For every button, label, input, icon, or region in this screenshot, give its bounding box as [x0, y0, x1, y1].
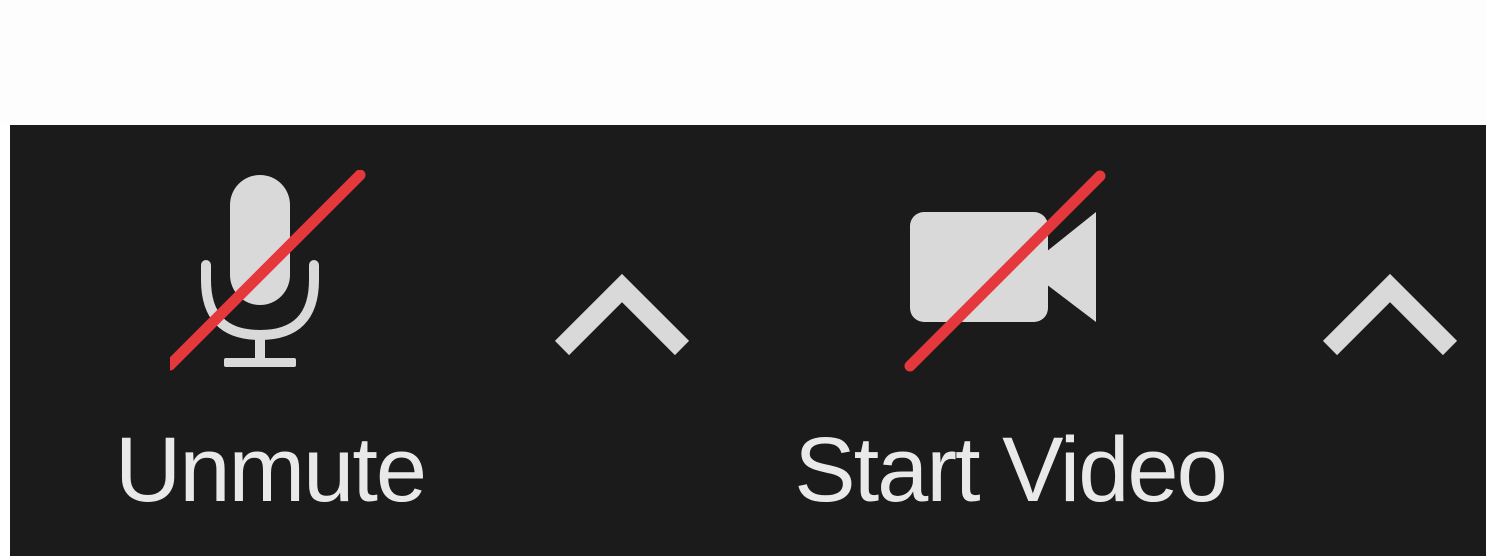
- unmute-button[interactable]: Unmute: [90, 125, 450, 556]
- meeting-content-area: [0, 0, 1486, 125]
- unmute-label: Unmute: [114, 419, 427, 521]
- start-video-label: Start Video: [794, 419, 1228, 521]
- chevron-up-icon: [554, 273, 690, 356]
- audio-options-button[interactable]: [552, 260, 692, 360]
- meeting-controls-toolbar: Unmute Start Video: [10, 125, 1486, 556]
- video-camera-off-icon: [900, 170, 1110, 380]
- meeting-window: Unmute Start Video: [0, 0, 1486, 556]
- chevron-up-icon: [1322, 273, 1458, 356]
- video-options-button[interactable]: [1320, 260, 1460, 360]
- start-video-button[interactable]: Start Video: [755, 125, 1265, 556]
- microphone-muted-icon: [170, 170, 370, 380]
